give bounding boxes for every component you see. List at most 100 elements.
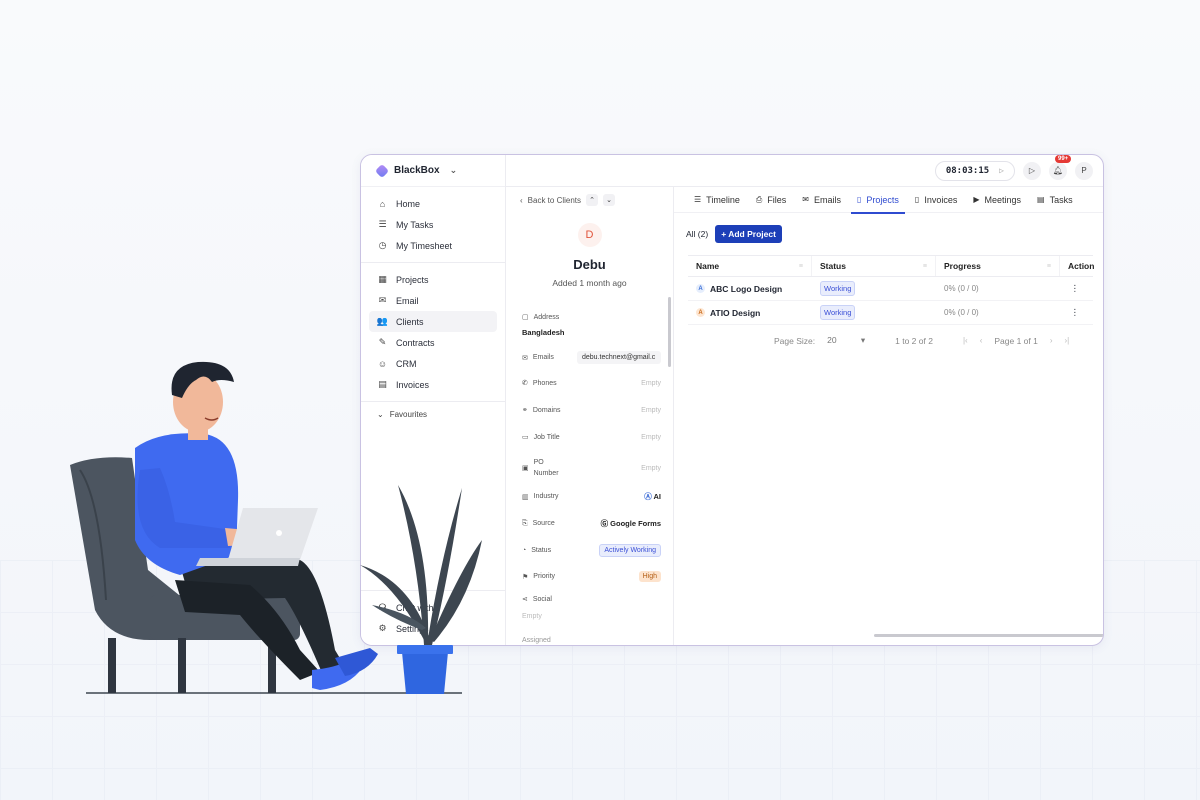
more-actions-icon[interactable]: ⋮ <box>1071 283 1080 294</box>
empty-value: Empty <box>641 464 661 472</box>
sidebar-item-label: Projects <box>396 274 429 285</box>
tab-emails[interactable]: ✉ Emails <box>794 187 849 213</box>
project-icon: A <box>696 308 705 317</box>
field-source[interactable]: ⎘ Source Ⓖ Google Forms <box>522 518 661 529</box>
filter-icon[interactable]: ≡ <box>923 263 927 270</box>
sidebar-item-label: Contracts <box>396 337 435 348</box>
sidebar: BlackBox ⌄ ⌂ Home ☰ My Tasks ◷ My Timesh… <box>361 155 506 645</box>
project-name[interactable]: ABC Logo Design <box>710 284 782 294</box>
mail-icon: ✉ <box>522 354 528 362</box>
notifications-button[interactable]: 🔔︎ 99+ <box>1049 155 1072 180</box>
sidebar-item-email[interactable]: ✉ Email <box>361 290 497 311</box>
page-size-select[interactable]: 20 ▾ <box>827 335 865 346</box>
mail-icon: ✉ <box>802 195 809 204</box>
email-value[interactable]: debu.technext@gmail.c <box>577 351 661 364</box>
tab-tasks[interactable]: ▤ Tasks <box>1029 187 1081 213</box>
project-count-filter[interactable]: All (2) <box>686 229 708 239</box>
time-tracker[interactable]: 08:03:15 ▷ <box>934 160 1015 181</box>
tab-projects[interactable]: ▯ Projects <box>849 187 907 214</box>
back-to-clients-link[interactable]: Back to Clients <box>528 196 581 205</box>
tab-timeline[interactable]: ☰ Timeline <box>686 187 748 213</box>
field-social-value[interactable]: Empty <box>522 613 661 620</box>
top-bar: 08:03:15 ▷ ▷ 🔔︎ 99+ P <box>506 155 1103 187</box>
projects-toolbar: All (2) + Add Project <box>686 225 782 243</box>
next-client-button[interactable]: ⌄ <box>603 194 616 206</box>
timesheet-icon: ◷ <box>378 240 387 250</box>
workspace-name: BlackBox <box>394 165 440 176</box>
field-domains[interactable]: ⚭ Domains Empty <box>522 406 661 415</box>
field-job-title[interactable]: ▭ Job Title Empty <box>522 433 661 442</box>
column-label: Status <box>820 261 846 271</box>
sidebar-item-label: Invoices <box>396 379 430 390</box>
sidebar-item-my-tasks[interactable]: ☰ My Tasks <box>361 214 497 235</box>
table-row[interactable]: A ABC Logo Design Working 0% (0 / 0) ⋮ <box>688 277 1093 301</box>
field-label: Source <box>532 520 555 527</box>
more-actions-icon[interactable]: ⋮ <box>1071 307 1080 318</box>
sidebar-item-home[interactable]: ⌂ Home <box>361 193 497 214</box>
field-label: Industry <box>533 493 559 500</box>
address-icon: ▢ <box>522 314 529 321</box>
sidebar-item-clients[interactable]: 👥 Clients <box>369 311 497 332</box>
user-avatar[interactable]: P <box>1075 161 1093 180</box>
filter-icon[interactable]: ≡ <box>1047 263 1051 270</box>
tab-label: Timeline <box>706 194 740 205</box>
back-row: ‹ Back to Clients ⌃ ⌄ <box>506 187 673 213</box>
sidebar-item-settings[interactable]: ⚙ Settings <box>361 618 497 639</box>
project-name[interactable]: ATIO Design <box>710 308 760 318</box>
sidebar-item-projects[interactable]: ▦ Projects <box>361 269 497 290</box>
sidebar-item-crm[interactable]: ☺ CRM <box>361 353 497 374</box>
next-page-icon[interactable]: › <box>1050 336 1053 345</box>
table-row[interactable]: A ATIO Design Working 0% (0 / 0) ⋮ <box>688 301 1093 325</box>
field-priority[interactable]: ⚑ Priority High <box>522 571 661 582</box>
paperclip-icon: ⎙ <box>755 194 763 204</box>
home-icon: ⌂ <box>379 198 386 209</box>
field-label: Domains <box>532 406 561 414</box>
first-page-icon[interactable]: |‹ <box>963 336 968 345</box>
sidebar-item-my-timesheet[interactable]: ◷ My Timesheet <box>361 235 497 256</box>
scrollbar[interactable] <box>668 297 671 367</box>
status-icon: ◔ <box>522 547 527 554</box>
avatar-initial: P <box>1081 166 1087 175</box>
column-header-name[interactable]: Name ≡ <box>688 256 812 276</box>
projects-icon: ▦ <box>378 274 387 284</box>
field-industry[interactable]: ▥ Industry Ⓐ AI <box>522 491 661 502</box>
previous-client-button[interactable]: ⌃ <box>586 194 599 206</box>
column-header-progress[interactable]: Progress ≡ <box>936 256 1060 276</box>
field-social: ⋖ Social <box>522 595 661 604</box>
tab-label: Invoices <box>924 194 958 205</box>
sliders-icon: ⚙ <box>378 623 387 633</box>
start-timer-button[interactable]: ▷ <box>1023 161 1041 180</box>
page-range: 1 to 2 of 2 <box>895 335 933 346</box>
favourites-label: Favourites <box>389 410 428 419</box>
field-label: Assigned <box>522 637 551 644</box>
tab-invoices[interactable]: ▯ Invoices <box>907 187 965 213</box>
tab-files[interactable]: ⎙ Files <box>748 187 794 213</box>
favourites-toggle[interactable]: ⌄ Favourites <box>361 402 505 419</box>
field-phones[interactable]: ✆ Phones Empty <box>522 379 661 388</box>
column-header-status[interactable]: Status ≡ <box>812 256 936 276</box>
sidebar-item-contracts[interactable]: ✎ Contracts <box>361 332 497 353</box>
sidebar-item-chat[interactable]: ☊ Chat with <box>361 597 497 618</box>
field-label: Address <box>533 313 560 321</box>
tab-meetings[interactable]: ▶ Meetings <box>965 187 1029 213</box>
field-label: Social <box>532 595 552 603</box>
chevron-left-icon[interactable]: ‹ <box>520 196 523 205</box>
address-value: Bangladesh <box>522 328 565 337</box>
field-po-number[interactable]: ▣ PO Number Empty <box>522 457 661 479</box>
client-added-date: Added 1 month ago <box>552 278 627 288</box>
workspace-switcher[interactable]: BlackBox ⌄ <box>361 155 505 187</box>
link-icon: ⚭ <box>522 407 528 414</box>
last-page-icon[interactable]: ›| <box>1065 336 1070 345</box>
clipboard-icon: ▤ <box>1037 195 1045 204</box>
field-status[interactable]: ◔ Status Actively Working <box>522 544 661 557</box>
table-header: Name ≡ Status ≡ Progress ≡ Action <box>688 255 1094 277</box>
sidebar-item-invoices[interactable]: ▤ Invoices <box>361 374 497 395</box>
google-icon: Ⓖ <box>600 519 609 528</box>
previous-page-icon[interactable]: ‹ <box>980 336 983 345</box>
play-icon[interactable]: ▷ <box>999 166 1004 175</box>
filter-icon[interactable]: ≡ <box>799 263 803 270</box>
field-address-value[interactable]: Bangladesh <box>522 328 661 337</box>
horizontal-scrollbar[interactable] <box>874 634 1103 637</box>
add-project-button[interactable]: + Add Project <box>715 225 782 243</box>
chevron-down-icon: ⌄ <box>449 165 458 175</box>
